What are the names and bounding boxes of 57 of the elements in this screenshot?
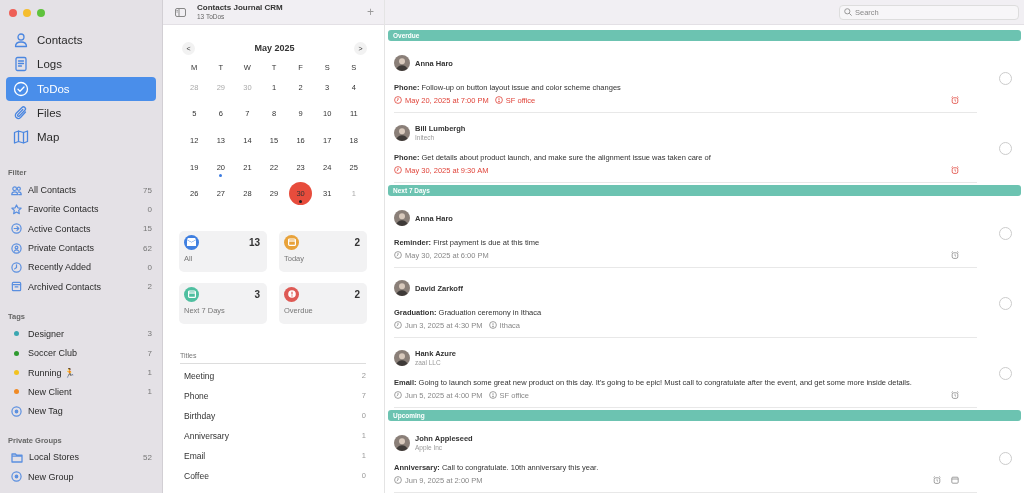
close-button[interactable] bbox=[9, 9, 17, 17]
count: 13 bbox=[248, 236, 260, 248]
sidebar-item[interactable]: Active Contacts 15 bbox=[11, 219, 152, 239]
clock-icon bbox=[11, 261, 22, 273]
count: 2 bbox=[354, 236, 360, 248]
zoom-button[interactable] bbox=[37, 9, 45, 17]
sidebar-item[interactable]: Running 🏃 1 bbox=[11, 362, 152, 383]
nav-item[interactable]: Map bbox=[6, 125, 156, 150]
person-icon bbox=[13, 32, 29, 49]
info-icon bbox=[488, 391, 497, 399]
clock-icon bbox=[394, 251, 402, 259]
avatar bbox=[394, 280, 410, 296]
count: 3 bbox=[254, 288, 260, 300]
people-icon bbox=[11, 184, 22, 196]
sidebar-item[interactable]: New Group bbox=[11, 467, 152, 487]
clock-icon bbox=[394, 96, 402, 104]
checkmark-circle-icon bbox=[13, 80, 29, 97]
avatar bbox=[394, 55, 410, 71]
paperclip-icon bbox=[13, 105, 29, 122]
window-title: Contacts Journal CRM bbox=[197, 3, 284, 12]
folder-icon bbox=[11, 451, 23, 463]
sidebar-item[interactable]: New Client 1 bbox=[11, 382, 152, 402]
nav-item[interactable]: Files bbox=[6, 100, 156, 126]
arrow-circle-icon bbox=[11, 223, 22, 235]
sidebar-item[interactable]: Soccer Club 7 bbox=[11, 343, 152, 363]
info-icon bbox=[494, 96, 503, 104]
sidebar-item[interactable]: New Tag bbox=[11, 401, 152, 421]
add-icon bbox=[11, 471, 22, 483]
info-icon bbox=[488, 321, 497, 329]
count: 2 bbox=[354, 288, 360, 300]
search-icon bbox=[844, 8, 852, 16]
minimize-button[interactable] bbox=[23, 9, 31, 17]
sidebar-toggle-icon bbox=[175, 7, 186, 17]
clock-icon bbox=[394, 391, 402, 399]
sidebar-item[interactable]: Designer 3 bbox=[11, 324, 152, 344]
document-icon bbox=[13, 56, 29, 73]
sidebar-item[interactable]: Archived Contacts 2 bbox=[11, 276, 152, 297]
sidebar-item[interactable]: Private Contacts 62 bbox=[11, 238, 152, 258]
person-circle-icon bbox=[11, 242, 22, 254]
avatar bbox=[394, 435, 410, 451]
avatar bbox=[394, 210, 410, 226]
sidebar-item[interactable]: Local Stores 52 bbox=[11, 447, 152, 468]
clock-icon bbox=[394, 321, 402, 329]
nav-item[interactable]: Logs bbox=[6, 52, 156, 77]
archive-icon bbox=[11, 281, 22, 293]
sidebar-item[interactable]: Favorite Contacts 0 bbox=[11, 199, 152, 220]
add-icon bbox=[11, 405, 22, 417]
clock-icon bbox=[394, 166, 402, 174]
clock-icon bbox=[394, 476, 402, 484]
avatar bbox=[394, 125, 410, 141]
sidebar-item[interactable]: All Contacts 75 bbox=[11, 180, 152, 200]
star-icon bbox=[11, 203, 22, 215]
avatar bbox=[394, 350, 410, 366]
nav-item[interactable]: Contacts bbox=[6, 28, 156, 53]
sidebar-item[interactable]: Recently Added 0 bbox=[11, 257, 152, 277]
month-title: May 2025 bbox=[254, 43, 295, 53]
map-icon bbox=[13, 129, 29, 146]
